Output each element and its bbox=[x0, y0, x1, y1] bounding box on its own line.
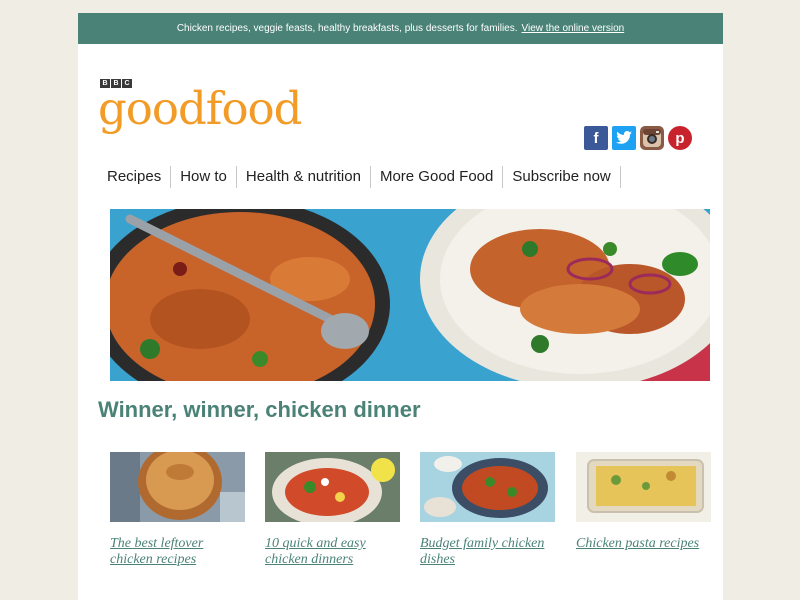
preheader-text: Chicken recipes, veggie feasts, healthy … bbox=[176, 23, 518, 34]
social-links: f p bbox=[584, 126, 692, 150]
budget-family-thumbnail bbox=[420, 452, 555, 522]
recipe-card[interactable]: Chicken pasta recipes bbox=[576, 452, 711, 552]
twitter-icon[interactable] bbox=[612, 126, 636, 150]
hero-chicken-curry-image bbox=[110, 209, 710, 381]
nav-item-more-good-food[interactable]: More Good Food bbox=[371, 166, 504, 188]
nav-item-how-to[interactable]: How to bbox=[171, 166, 237, 188]
pinterest-glyph: p bbox=[675, 129, 685, 147]
nav-item-subscribe[interactable]: Subscribe now bbox=[503, 166, 621, 188]
leftover-chicken-thumbnail bbox=[110, 452, 245, 522]
card-link-leftover[interactable]: The best leftover chicken recipes bbox=[110, 536, 245, 568]
nav-item-health-nutrition[interactable]: Health & nutrition bbox=[237, 166, 371, 188]
card-link-budget-family[interactable]: Budget family chicken dishes bbox=[420, 536, 555, 568]
twitter-bird-shape bbox=[616, 131, 632, 144]
recipe-card[interactable]: 10 quick and easy chicken dinners bbox=[265, 452, 400, 568]
logo-wordmark: goodfood bbox=[98, 82, 302, 135]
recipe-card[interactable]: Budget family chicken dishes bbox=[420, 452, 555, 568]
pinterest-icon[interactable]: p bbox=[668, 126, 692, 150]
view-online-link[interactable]: View the online version bbox=[522, 23, 625, 34]
email-container: Chicken recipes, veggie feasts, healthy … bbox=[78, 13, 723, 600]
facebook-icon[interactable]: f bbox=[584, 126, 608, 150]
facebook-glyph: f bbox=[593, 129, 599, 147]
goodfood-logo[interactable]: B B C goodfood bbox=[98, 77, 323, 137]
card-link-quick-easy[interactable]: 10 quick and easy chicken dinners bbox=[265, 536, 400, 568]
quick-chicken-thumbnail bbox=[265, 452, 400, 522]
instagram-camera-shape bbox=[643, 129, 661, 147]
preheader-bar: Chicken recipes, veggie feasts, healthy … bbox=[78, 13, 723, 44]
recipe-card[interactable]: The best leftover chicken recipes bbox=[110, 452, 245, 568]
main-nav: Recipes How to Health & nutrition More G… bbox=[98, 165, 621, 189]
instagram-icon[interactable] bbox=[640, 126, 664, 150]
nav-item-recipes[interactable]: Recipes bbox=[98, 166, 172, 188]
chicken-pasta-thumbnail bbox=[576, 452, 711, 522]
card-link-chicken-pasta[interactable]: Chicken pasta recipes bbox=[576, 536, 711, 552]
section-headline: Winner, winner, chicken dinner bbox=[98, 397, 421, 422]
hero-image[interactable] bbox=[110, 209, 710, 381]
